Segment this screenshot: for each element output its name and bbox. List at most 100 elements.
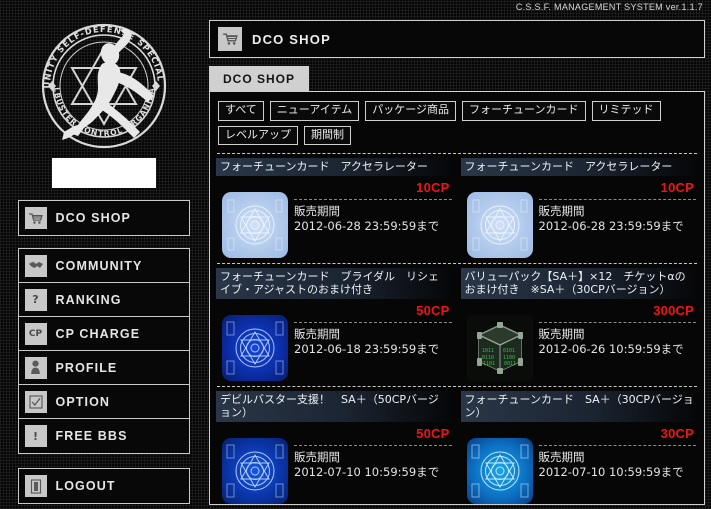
product-grid-row-1: フォーチューンカード アクセラレーター 10CP 販売期間 2012-06-28… [216,154,698,260]
product-body: 10CP 販売期間 2012-06-28 23:59:59まで [216,176,454,260]
sidebar-group-shop: DCO SHOP [17,200,190,236]
sidebar-item-cp-charge[interactable]: CP CP CHARGE [18,317,189,351]
product-card[interactable]: フォーチューンカード アクセラレーター 10CP 販売期間 2012-06-28… [460,154,699,260]
info-separator [538,445,696,447]
info-separator [538,199,696,201]
green-crate-box-icon[interactable]: 1011 0110 0101 1100 1101 0011 [466,315,533,382]
sale-period-value: 2012-07-10 10:59:59まで [294,465,440,480]
info-separator [294,199,452,201]
product-title: フォーチューンカード アクセラレーター [216,158,454,177]
product-info: 50CP 販売期間 2012-07-10 10:59:59まで [294,426,454,504]
sale-period-label: 販売期間 [294,450,340,465]
app-root: C.S.S.F. MANAGEMENT SYSTEM ver.1.1.7 UNI… [0,0,711,509]
svg-text:1101: 1101 [483,361,495,367]
sale-period-value: 2012-06-28 23:59:59まで [294,219,440,234]
sidebar-item-free-bbs[interactable]: ! FREE BBS [18,419,189,453]
sidebar-item-option[interactable]: OPTION [18,385,189,419]
product-info: 300CP 販売期間 2012-06-26 10:59:59まで [538,303,699,383]
svg-text:0011: 0011 [504,361,516,367]
magic-circle-card-icon[interactable] [466,438,533,504]
product-card[interactable]: フォーチューンカード SA＋（30CPバージョン） 30CP 販売期間 2012… [460,387,699,504]
sidebar: COMMUNITY SELF-DEFENSE SPECIAL FORCE DEV… [0,10,207,509]
filter-button-all[interactable]: すべて [218,101,264,121]
product-info: 50CP 販売期間 2012-06-18 23:59:59まで [294,303,454,383]
sale-period-value: 2012-07-10 10:59:59まで [538,465,684,480]
csf-emblem-icon: COMMUNITY SELF-DEFENSE SPECIAL FORCE DEV… [28,10,166,149]
magic-circle-card-icon[interactable] [222,192,288,259]
product-card[interactable]: フォーチューンカード ブライダル リシェイブ・アジャストのおまけ付き 50CP … [216,264,454,383]
sidebar-item-dco-shop[interactable]: DCO SHOP [18,201,189,235]
product-card[interactable]: フォーチューンカード アクセラレーター 10CP 販売期間 2012-06-28… [216,154,454,260]
sale-period-value: 2012-06-18 23:59:59まで [294,342,440,357]
info-separator [294,445,452,447]
sidebar-item-label: COMMUNITY [55,258,143,273]
product-card[interactable]: バリューパック【SA＋】×12 チケットαのおまけ付き ※SA＋（30CPバージ… [460,264,699,383]
info-separator [294,322,452,324]
user-info-placeholder [51,158,156,188]
exclamation-icon: ! [24,425,47,447]
product-price: 50CP [416,303,450,319]
page-title: DCO SHOP [252,31,331,47]
cart-icon [218,27,242,51]
filter-button-time-limited[interactable]: 期間制 [304,125,351,146]
product-grid-row-3: デビルバスター支援！ SA＋（50CPバージョン） 50CP 販売期間 2012… [216,387,699,504]
product-price: 10CP [660,180,694,196]
filter-button-package[interactable]: パッケージ商品 [365,101,457,121]
product-body: 30CP 販売期間 2012-07-10 10:59:59まで [461,422,699,504]
filter-button-limited[interactable]: リミテッド [591,101,661,121]
main-content: DCO SHOP DCO SHOP すべて ニューアイテム パッケージ商品 フォ… [209,20,705,509]
category-filter-bar: すべて ニューアイテム パッケージ商品 フォーチューンカード リミテッド レベル… [216,99,698,151]
product-grid-row-2: フォーチューンカード ブライダル リシェイブ・アジャストのおまけ付き 50CP … [216,264,698,383]
product-body: 50CP 販売期間 2012-06-18 23:59:59まで [216,299,454,383]
magic-circle-card-icon[interactable] [466,192,533,259]
product-info: 10CP 販売期間 2012-06-28 23:59:59まで [538,180,699,260]
sidebar-item-label: FREE BBS [55,429,128,443]
filter-button-fortune-card[interactable]: フォーチューンカード [462,101,586,121]
sidebar-item-label: LOGOUT [55,479,116,493]
door-icon [24,475,47,497]
sidebar-item-label: CP CHARGE [55,326,141,341]
sidebar-item-logout[interactable]: LOGOUT [18,469,189,503]
cp-icon: CP [24,322,47,345]
product-info: 30CP 販売期間 2012-07-10 10:59:59まで [538,426,699,504]
system-version-label: C.S.S.F. MANAGEMENT SYSTEM ver.1.1.7 [515,2,703,12]
product-body: 50CP 販売期間 2012-07-10 10:59:59まで [216,422,454,504]
magic-circle-card-icon[interactable] [222,438,288,504]
filter-button-new-item[interactable]: ニューアイテム [269,101,360,121]
emblem-container: COMMUNITY SELF-DEFENSE SPECIAL FORCE DEV… [19,10,189,155]
sidebar-item-label: DCO SHOP [55,211,131,225]
product-price: 300CP [653,303,694,319]
sale-period-label: 販売期間 [538,327,585,342]
cart-icon [24,207,47,229]
product-title: デビルバスター支援！ SA＋（50CPバージョン） [216,391,454,423]
handshake-icon [24,254,47,277]
product-price: 10CP [416,180,450,196]
question-icon: ? [24,288,47,311]
product-title: バリューパック【SA＋】×12 チケットαのおまけ付き ※SA＋（30CPバージ… [460,268,698,300]
sidebar-item-label: RANKING [55,292,122,307]
tab-bar: DCO SHOP [209,65,705,91]
svg-text:1011: 1011 [482,348,494,354]
checkbox-icon [24,390,47,413]
svg-text:COMMUNITY SELF-DEFENSE SPECIAL: COMMUNITY SELF-DEFENSE SPECIAL FORCE [28,10,166,89]
tab-dco-shop[interactable]: DCO SHOP [209,66,310,91]
sidebar-item-community[interactable]: COMMUNITY [18,249,189,283]
product-title: フォーチューンカード アクセラレーター [460,158,698,177]
sidebar-item-profile[interactable]: PROFILE [18,351,189,385]
sale-period-value: 2012-06-28 23:59:59まで [538,219,684,234]
sidebar-item-ranking[interactable]: ? RANKING [18,283,189,317]
page-title-bar: DCO SHOP [209,20,705,58]
magic-circle-card-icon[interactable] [222,315,288,382]
product-card[interactable]: デビルバスター支援！ SA＋（50CPバージョン） 50CP 販売期間 2012… [216,387,454,504]
product-body: 10CP 販売期間 2012-06-28 23:59:59まで [461,176,699,260]
product-info: 10CP 販売期間 2012-06-28 23:59:59まで [294,180,454,260]
product-title: フォーチューンカード SA＋（30CPバージョン） [460,391,698,423]
sale-period-label: 販売期間 [538,450,585,465]
shop-content-panel: すべて ニューアイテム パッケージ商品 フォーチューンカード リミテッド レベル… [209,91,705,505]
filter-button-level-up[interactable]: レベルアップ [218,125,298,146]
sale-period-label: 販売期間 [538,204,585,219]
sale-period-label: 販売期間 [294,204,340,219]
info-separator [538,322,696,324]
sale-period-label: 販売期間 [294,327,340,342]
sidebar-item-label: OPTION [55,394,111,409]
